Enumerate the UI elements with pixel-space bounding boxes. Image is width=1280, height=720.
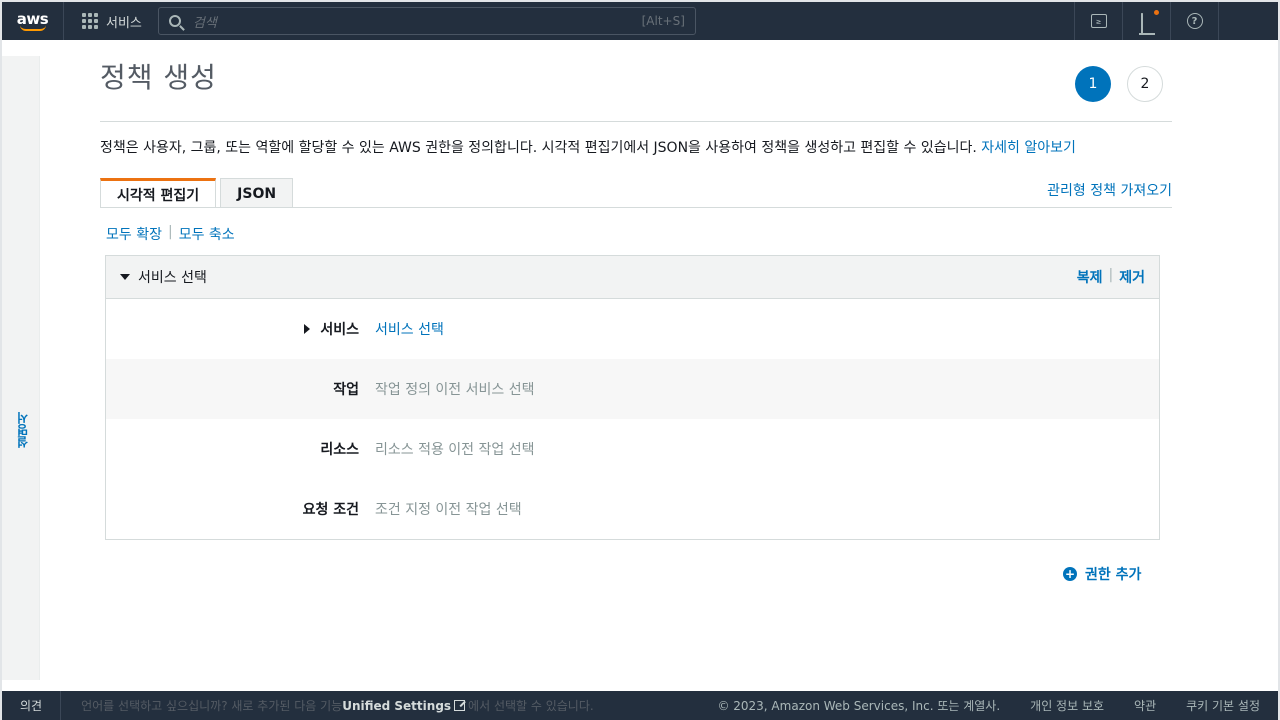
service-label: 서비스: [320, 322, 359, 338]
services-menu-button[interactable]: 서비스: [64, 2, 158, 40]
page-description: 정책은 사용자, 그룹, 또는 역할에 할당할 수 있는 AWS 권한을 정의합…: [100, 137, 1076, 157]
cloudshell-button[interactable]: ≥: [1074, 2, 1122, 40]
bell-icon: [1138, 10, 1159, 35]
row-conditions: 요청 조건 조건 지정 이전 작업 선택: [106, 479, 1159, 539]
documentation-toggle[interactable]: 설명서: [14, 412, 31, 448]
row-resources: 리소스 리소스 적용 이전 작업 선택: [106, 419, 1159, 479]
account-menu[interactable]: [1218, 2, 1278, 40]
title-divider: [100, 121, 1172, 122]
clone-button[interactable]: 복제: [1077, 267, 1103, 287]
external-link-icon: [454, 700, 466, 711]
footer-links: © 2023, Amazon Web Services, Inc. 또는 계열사…: [717, 697, 1278, 714]
action-separator: |: [1108, 267, 1114, 283]
panel-title: 서비스 선택: [138, 270, 207, 286]
help-icon: ?: [1186, 13, 1203, 29]
caret-right-icon[interactable]: [304, 324, 311, 334]
row-label: 서비스: [106, 319, 359, 339]
copyright-text: © 2023, Amazon Web Services, Inc. 또는 계열사…: [717, 699, 1001, 713]
conditions-value: 조건 지정 이전 작업 선택: [375, 502, 522, 518]
aws-logo-text: aws: [16, 9, 49, 28]
permission-panel: 서비스 선택 복제 | 제거 서비스 서비스 선택 작업 작업 정의 이전 서비…: [105, 255, 1160, 540]
caret-down-icon[interactable]: [120, 274, 130, 280]
panel-actions: 복제 | 제거: [1077, 267, 1145, 287]
expand-collapse-links: 모두 확장 | 모두 축소: [106, 224, 235, 244]
row-actions: 작업 작업 정의 이전 서비스 선택: [106, 359, 1159, 419]
tabs-divider: [100, 207, 1172, 208]
actions-value: 작업 정의 이전 서비스 선택: [375, 382, 535, 398]
search-icon: [168, 15, 181, 27]
conditions-label: 요청 조건: [302, 502, 359, 518]
language-notice: 언어를 선택하고 싶으십니까? 새로 추가된 다음 기능 Unified Set…: [61, 697, 594, 714]
unified-settings-link[interactable]: Unified Settings: [342, 699, 451, 713]
remove-button[interactable]: 제거: [1119, 267, 1145, 287]
select-service-link[interactable]: 서비스 선택: [375, 319, 444, 339]
privacy-link[interactable]: 개인 정보 보호: [1030, 697, 1104, 714]
step-1-indicator: 1: [1075, 66, 1111, 102]
language-text-2: 에서 선택할 수 있습니다.: [468, 699, 594, 713]
search-placeholder: 검색: [192, 15, 217, 31]
editor-tabs: 시각적 편집기 JSON: [100, 178, 294, 208]
row-service: 서비스 서비스 선택: [106, 299, 1159, 359]
nav-right-group: ≥ ?: [1074, 2, 1278, 40]
tools-rail: 설명서: [2, 56, 40, 680]
aws-smile-icon: [19, 25, 46, 31]
learn-more-link[interactable]: 자세히 알아보기: [981, 140, 1076, 156]
feedback-button[interactable]: 의견: [2, 691, 62, 720]
cookie-preferences-link[interactable]: 쿠키 기본 설정: [1186, 697, 1260, 714]
help-button[interactable]: ?: [1170, 2, 1218, 40]
terms-link[interactable]: 약관: [1134, 697, 1156, 714]
search-shortcut: [Alt+S]: [641, 14, 685, 28]
add-permission-label: 권한 추가: [1085, 567, 1142, 583]
expand-all-link[interactable]: 모두 확장: [106, 224, 162, 244]
panel-header[interactable]: 서비스 선택 복제 | 제거: [106, 256, 1159, 299]
search-input[interactable]: 검색 [Alt+S]: [157, 7, 696, 35]
notifications-button[interactable]: [1122, 2, 1170, 40]
resources-value: 리소스 적용 이전 작업 선택: [375, 442, 535, 458]
grid-icon: [82, 13, 98, 29]
import-managed-policy-link[interactable]: 관리형 정책 가져오기: [1047, 180, 1172, 200]
step-2-indicator[interactable]: 2: [1127, 66, 1163, 102]
collapse-all-link[interactable]: 모두 축소: [179, 224, 235, 244]
link-separator: |: [167, 224, 173, 240]
top-navigation: aws 서비스 검색 [Alt+S] ≥ ?: [2, 2, 1278, 40]
resources-label: 리소스: [320, 442, 359, 458]
aws-logo[interactable]: aws: [2, 2, 64, 40]
footer: 의견 언어를 선택하고 싶으십니까? 새로 추가된 다음 기능 Unified …: [2, 691, 1278, 720]
language-text-1: 언어를 선택하고 싶으십니까? 새로 추가된 다음 기능: [81, 699, 343, 713]
tab-visual-editor[interactable]: 시각적 편집기: [100, 178, 217, 208]
cloudshell-icon: ≥: [1090, 14, 1107, 28]
add-permission-button[interactable]: + 권한 추가: [1063, 564, 1141, 584]
page-title: 정책 생성: [100, 61, 217, 94]
services-label: 서비스: [106, 15, 142, 31]
description-text: 정책은 사용자, 그룹, 또는 역할에 할당할 수 있는 AWS 권한을 정의합…: [100, 140, 977, 156]
tab-json[interactable]: JSON: [220, 178, 294, 208]
actions-label: 작업: [333, 382, 359, 398]
plus-circle-icon: +: [1063, 567, 1077, 581]
